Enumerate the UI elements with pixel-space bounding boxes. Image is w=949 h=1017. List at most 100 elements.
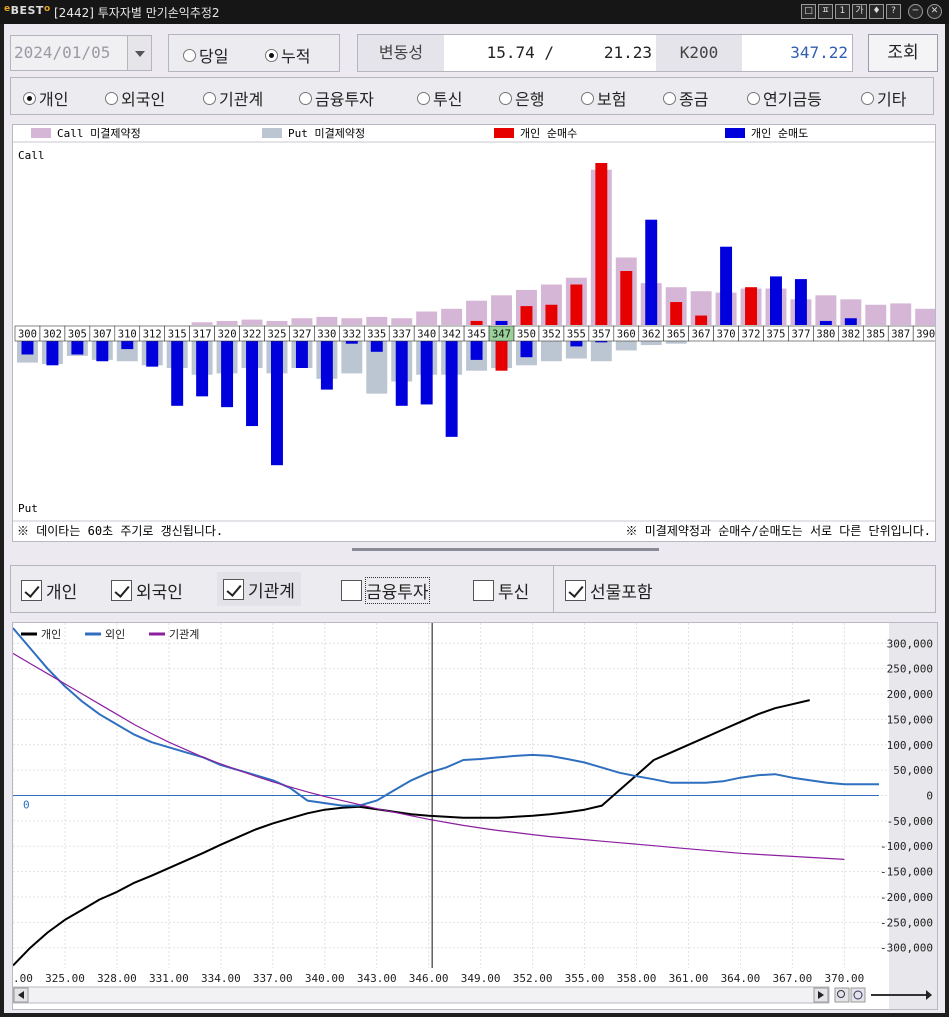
volatility-label: 변동성 — [358, 35, 444, 71]
toggle-institution-box — [223, 578, 244, 600]
call-oi-bar — [391, 318, 413, 325]
toggle-foreign[interactable]: 외국인 — [111, 578, 183, 603]
call-net-sell-bar — [770, 276, 782, 325]
toggle-individual-label: 개인 — [46, 583, 78, 603]
y-tick-label: 100,000 — [887, 739, 933, 752]
put-net-sell-bar — [71, 341, 84, 355]
put-oi-bar — [590, 341, 612, 362]
query-button[interactable]: 조회 — [868, 34, 938, 72]
window-help-button[interactable]: ? — [886, 4, 901, 19]
dropdown-arrow-icon[interactable] — [127, 36, 151, 70]
toggle-financial-label: 금융투자 — [365, 577, 430, 604]
call-net-buy-bar — [745, 287, 757, 325]
window-pin-button[interactable]: ㅍ — [818, 4, 833, 19]
scroll-track[interactable] — [12, 986, 830, 1004]
y-tick-label: 50,000 — [893, 764, 933, 777]
put-net-sell-bar — [196, 341, 209, 397]
investor-radio-insurance[interactable]: 보험 — [581, 86, 626, 110]
radio-today[interactable]: 당일 — [183, 43, 228, 67]
legend-label-put-oi: Put 미결제약정 — [288, 126, 365, 140]
toggle-trust[interactable]: 투신 — [473, 578, 529, 603]
horizontal-scrollbar[interactable] — [12, 986, 932, 1004]
footer-note-refresh: ※ 데이타는 60초 주기로 갱신됩니다. — [17, 524, 223, 538]
toggle-institution[interactable]: 기관계 — [217, 572, 301, 606]
y-tick-label: -300,000 — [880, 942, 933, 955]
investor-radio-institution[interactable]: 기관계 — [203, 86, 263, 110]
investor-radio-foreign[interactable]: 외국인 — [105, 86, 165, 110]
investor-radio-insurance-label: 보험 — [597, 90, 627, 109]
open-interest-chart: Call 미결제약정 Put 미결제약정 개인 순매수 개인 순매도 Call … — [12, 124, 939, 542]
put-oi-bar — [341, 341, 363, 374]
x-tick-label: 364.00 — [721, 972, 761, 985]
pnl-line-individual — [12, 699, 810, 967]
expiry-pnl-chart-svg: 300,000 250,000 200,000 150,000 100,000 50,00… — [0, 623, 937, 1009]
toggle-trust-label: 투신 — [498, 583, 530, 603]
strike-label: 362 — [642, 329, 661, 341]
put-net-sell-bar — [46, 341, 59, 366]
call-oi-bar — [890, 303, 912, 325]
radio-cumulative[interactable]: 누적 — [265, 43, 310, 67]
call-net-buy-bar — [670, 302, 683, 325]
toggle-futures[interactable]: 선물포함 — [565, 578, 653, 603]
window-close-button[interactable]: ✕ — [927, 4, 942, 19]
window-screen-button[interactable]: 1 — [835, 4, 850, 19]
strike-label: 375 — [766, 329, 785, 341]
investor-radio-pension[interactable]: 연기금등 — [747, 86, 822, 110]
radio-today-indicator — [183, 48, 196, 62]
investor-radio-financial-label: 금융투자 — [315, 90, 374, 109]
strike-label: 332 — [342, 329, 361, 341]
zoom-reset-button[interactable] — [850, 987, 866, 1003]
call-oi-bar — [316, 316, 338, 325]
window-minimize-button[interactable]: ─ — [908, 4, 923, 19]
call-net-buy-bar — [570, 284, 583, 325]
legend-label-net-buy: 개인 순매수 — [520, 127, 577, 140]
toggle-financial[interactable]: 금융투자 — [341, 577, 430, 604]
call-oi-bar — [416, 311, 438, 325]
investor-radio-trust[interactable]: 투신 — [417, 86, 462, 110]
put-net-sell-bar — [146, 341, 159, 367]
window-font-button[interactable]: 가 — [852, 4, 867, 19]
strike-label: 312 — [143, 329, 162, 341]
investor-radio-pension-indicator — [747, 91, 760, 105]
zoom-in-button[interactable] — [834, 987, 850, 1003]
legend-swatch-put-oi — [262, 128, 282, 138]
call-oi-bar — [191, 322, 213, 325]
put-net-buy-bar — [495, 341, 508, 371]
volatility-panel: 변동성 15.74 / 21.23 K200 347.22 — [357, 34, 853, 72]
investor-radio-bank[interactable]: 은행 — [499, 86, 544, 110]
x-tick-label: 346.00 — [409, 972, 449, 985]
y-tick-label: -250,000 — [880, 916, 933, 929]
put-net-sell-bar — [420, 341, 433, 405]
legend-label-individual: 개인 — [41, 628, 61, 641]
mode-radio-group: 당일 누적 — [168, 34, 340, 72]
call-net-sell-bar — [645, 219, 658, 325]
main-panel: 2024/01/05 당일 누적 변동성 15.74 / 21.23 K200 … — [0, 24, 945, 1013]
x-tick-label: 361.00 — [669, 972, 709, 985]
call-net-buy-bar — [595, 163, 608, 325]
strike-label: 367 — [692, 329, 711, 341]
volatility-call-value: 15.74 / — [486, 43, 554, 62]
investor-radio-individual[interactable]: 개인 — [23, 86, 68, 110]
investor-radio-other[interactable]: 기타 — [861, 86, 906, 110]
legend-label-institution: 기관계 — [169, 628, 199, 641]
date-picker[interactable]: 2024/01/05 — [10, 35, 152, 71]
investor-radio-insurance-indicator — [581, 91, 594, 105]
window-restore-button[interactable]: □ — [801, 4, 816, 19]
x-tick-label: 325.00 — [45, 972, 85, 985]
y-tick-label: -150,000 — [880, 866, 933, 879]
pnl-legend: 개인 외인 기관계 — [21, 628, 199, 641]
volatility-put-value: 21.23 — [603, 43, 652, 62]
investor-radio-other-label: 기타 — [877, 90, 907, 109]
investor-radio-merchant-bank[interactable]: 종금 — [663, 86, 708, 110]
investor-radio-financial[interactable]: 금융투자 — [299, 86, 374, 110]
panel-splitter[interactable] — [352, 548, 659, 551]
strike-label: 302 — [43, 329, 62, 341]
call-net-buy-bar — [520, 306, 533, 325]
put-net-sell-bar — [221, 341, 234, 408]
pnl-series-lines — [12, 627, 879, 967]
strike-label: 322 — [243, 329, 262, 341]
window-title: [2442] 투자자별 만기손익추정2 — [54, 6, 220, 20]
window-link-button[interactable]: ♦ — [869, 4, 884, 19]
y-tick-label: 300,000 — [887, 637, 933, 650]
toggle-individual[interactable]: 개인 — [21, 578, 77, 603]
